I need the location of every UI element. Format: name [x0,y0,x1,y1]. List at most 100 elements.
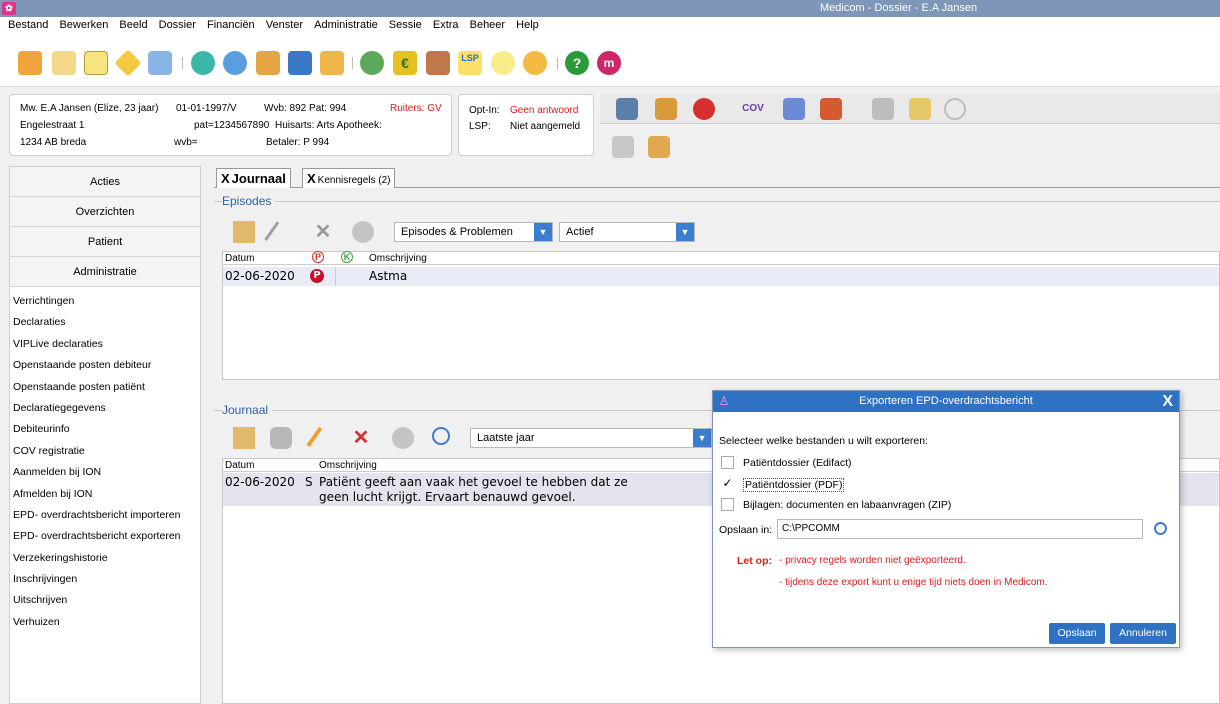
menu-venster[interactable]: Venster [262,17,307,31]
cancel-button[interactable]: Annuleren [1110,623,1176,644]
monitor-icon[interactable] [288,51,312,75]
tools-icon[interactable] [256,51,280,75]
journaal-period-select[interactable]: Laatste jaar ▼ [470,428,712,448]
col-k-icon: K [341,251,353,263]
save-path-input[interactable]: C:\PPCOMM [777,519,1143,539]
sidebar-item-verzekeringshistorie[interactable]: Verzekeringshistorie [10,548,200,569]
journal-add-icon[interactable] [233,427,255,449]
sidebar-section-acties[interactable]: Acties [10,167,200,197]
search-icon[interactable] [432,427,450,445]
table-row[interactable]: 02-06-2020 P Astma [223,267,1219,286]
checkbox-zip[interactable] [721,498,734,511]
user-alert-icon[interactable] [655,98,677,120]
menu-sessie[interactable]: Sessie [385,17,426,31]
save-button[interactable]: Opslaan [1049,623,1105,644]
menu-financien[interactable]: Financiën [203,17,259,31]
user-envelope-icon[interactable] [320,51,344,75]
sidebar-item-inschrijvingen[interactable]: Inschrijvingen [10,569,200,590]
tab-kennisregels[interactable]: X Kennisregels (2) [302,168,396,188]
save-location-label: Opslaan in: [719,524,773,536]
episode-edit-icon[interactable] [264,221,282,243]
row-description-line1: Patiënt geeft aan vaak het gevoel te heb… [319,475,628,489]
tab-close-icon[interactable]: X [307,171,316,186]
percent-user-icon[interactable] [426,51,450,75]
book-icon[interactable] [52,51,76,75]
menu-dossier[interactable]: Dossier [155,17,200,31]
refresh-icon[interactable] [191,51,215,75]
user-gear-icon[interactable] [523,51,547,75]
sidebar-section-administratie[interactable]: Administratie [10,257,200,287]
sidebar-item-openstaande-posten-debiteur[interactable]: Openstaande posten debiteur [10,355,200,376]
option-edifact-label[interactable]: Patiëntdossier (Edifact) [743,457,852,469]
checklist-icon[interactable] [84,51,108,75]
sidebar-item-epd-exporteren[interactable]: EPD- overdrachtsbericht exporteren [10,526,200,547]
toolbar-separator [182,57,183,69]
user-search-icon[interactable] [360,51,384,75]
chevron-down-icon[interactable]: ▼ [534,223,552,241]
browse-search-icon[interactable] [1154,522,1167,535]
link-icon[interactable] [944,98,966,120]
person-group-icon[interactable] [148,51,172,75]
option-pdf-label[interactable]: Patiëntdossier (PDF) [743,478,845,492]
sidebar-item-verrichtingen[interactable]: Verrichtingen [10,291,200,312]
episode-delete-icon[interactable]: ✕ [312,221,334,243]
episodes-type-select[interactable]: Episodes & Problemen ▼ [394,222,553,242]
user-edit-icon[interactable] [648,136,670,158]
euro-icon[interactable]: € [393,51,417,75]
checkbox-pdf[interactable]: ✓ [721,477,734,490]
sidebar-section-patient[interactable]: Patient [10,227,200,257]
episode-info-icon[interactable] [352,221,374,243]
journal-info-icon[interactable] [392,427,414,449]
medicom-app-icon[interactable]: m [597,51,621,75]
tab-close-icon[interactable]: X [221,171,230,186]
sidebar-item-epd-importeren[interactable]: EPD- overdrachtsbericht importeren [10,505,200,526]
chevron-down-icon[interactable]: ▼ [676,223,694,241]
close-icon[interactable]: X [1162,391,1173,412]
episode-add-icon[interactable] [233,221,255,243]
journal-users-icon[interactable] [270,427,292,449]
sidebar-item-aanmelden-ion[interactable]: Aanmelden bij ION [10,462,200,483]
user-delete-icon[interactable] [820,98,842,120]
dialog-title: Exporteren EPD-overdrachtsbericht [859,395,1033,407]
sidebar-item-debiteurinfo[interactable]: Debiteurinfo [10,419,200,440]
sidebar-item-declaratiegegevens[interactable]: Declaratiegegevens [10,398,200,419]
cov-icon[interactable]: COV [742,98,764,120]
menu-administratie[interactable]: Administratie [310,17,382,31]
patient-pat-number: pat=1234567890 [194,120,270,131]
sidebar-item-uitschrijven[interactable]: Uitschrijven [10,590,200,611]
sidebar-item-declaraties[interactable]: Declaraties [10,312,200,333]
flag-icon[interactable] [18,51,42,75]
patient-wvb-pat: Wvb: 892 Pat: 994 [264,103,347,114]
sidebar-item-cov-registratie[interactable]: COV registratie [10,441,200,462]
journal-edit-icon[interactable] [306,426,326,450]
episodes-status-select[interactable]: Actief ▼ [559,222,695,242]
menu-beeld[interactable]: Beeld [115,17,151,31]
sidebar-item-openstaande-posten-patient[interactable]: Openstaande posten patiënt [10,377,200,398]
menu-extra[interactable]: Extra [429,17,463,31]
lsp-icon[interactable]: LSP [458,51,482,75]
heart-icon[interactable] [693,98,715,120]
printer-icon[interactable] [872,98,894,120]
tab-journaal[interactable]: X Journaal [216,168,291,188]
edit-note-icon[interactable] [909,98,931,120]
sidebar-item-afmelden-ion[interactable]: Afmelden bij ION [10,484,200,505]
chevron-down-icon[interactable]: ▼ [693,429,711,447]
checkbox-edifact[interactable] [721,456,734,469]
option-zip-label[interactable]: Bijlagen: documenten en labaanvragen (ZI… [743,499,951,511]
sidebar-item-verhuizen[interactable]: Verhuizen [10,612,200,633]
journal-delete-icon[interactable]: ✕ [350,427,372,449]
sidebar-splitter[interactable] [201,166,213,704]
users-grey-icon[interactable] [612,136,634,158]
user-remove-icon[interactable] [783,98,805,120]
help-icon[interactable]: ? [565,51,589,75]
sidebar-section-overzichten[interactable]: Overzichten [10,197,200,227]
menu-help[interactable]: Help [512,17,543,31]
menu-beheer[interactable]: Beheer [466,17,509,31]
user-blue-icon[interactable] [223,51,247,75]
lightbulb-icon[interactable] [491,51,515,75]
user-info-icon[interactable] [616,98,638,120]
menu-bewerken[interactable]: Bewerken [55,17,112,31]
col-omschrijving: Omschrijving [369,253,427,264]
menu-bestand[interactable]: Bestand [0,17,52,31]
sidebar-item-viplive-declaraties[interactable]: VIPLive declaraties [10,334,200,355]
